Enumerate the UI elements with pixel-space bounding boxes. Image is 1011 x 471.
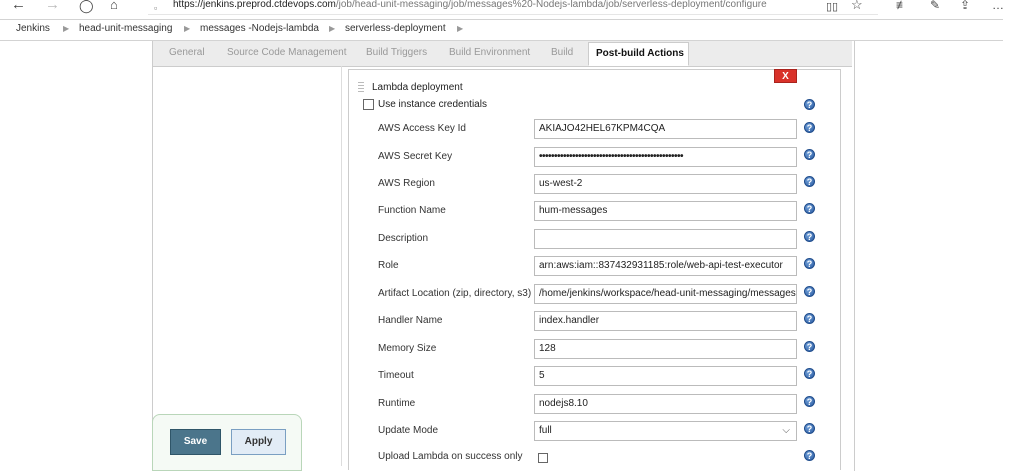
chevron-right-icon[interactable]: ▶: [63, 24, 69, 33]
help-icon[interactable]: ?: [804, 286, 815, 297]
access-key-label: AWS Access Key Id: [378, 123, 466, 134]
breadcrumb-messages-nodejs-lambda[interactable]: messages -Nodejs-lambda: [200, 23, 319, 34]
timeout-input[interactable]: 5: [534, 366, 797, 386]
favorite-star-icon[interactable]: ☆: [851, 0, 863, 14]
back-icon[interactable]: ←: [11, 0, 26, 14]
tab-label: Post-build Actions: [596, 48, 684, 59]
favorites-list-icon[interactable]: ≢: [896, 0, 908, 14]
breadcrumb: Jenkins ▶ head-unit-messaging ▶ messages…: [0, 19, 1003, 41]
section-divider: [341, 66, 342, 466]
url-domain: https://jenkins.preprod.ctdevops.com: [173, 0, 336, 10]
chevron-right-icon[interactable]: ▶: [329, 24, 335, 33]
drag-handle-icon[interactable]: [358, 82, 364, 94]
update-mode-select[interactable]: full ⌵: [534, 421, 797, 441]
help-icon[interactable]: ?: [804, 313, 815, 324]
timeout-label: Timeout: [378, 370, 414, 381]
artifact-location-input[interactable]: /home/jenkins/workspace/head-unit-messag…: [534, 284, 797, 304]
region-input[interactable]: us-west-2: [534, 174, 797, 194]
config-tabs: General Source Code Management Build Tri…: [153, 41, 852, 67]
breadcrumb-head-unit-messaging[interactable]: head-unit-messaging: [79, 23, 172, 34]
forward-icon[interactable]: →: [45, 0, 60, 14]
refresh-icon[interactable]: ◯: [79, 0, 94, 15]
chevron-right-icon[interactable]: ▶: [457, 24, 463, 33]
upload-only-label: Upload Lambda on success only: [378, 451, 523, 462]
runtime-input[interactable]: nodejs8.10: [534, 394, 797, 414]
help-icon[interactable]: ?: [804, 258, 815, 269]
tab-post-build-actions[interactable]: Post-build Actions: [588, 42, 689, 66]
help-icon[interactable]: ?: [804, 423, 815, 434]
url-path: /job/head-unit-messaging/job/messages%20…: [335, 0, 767, 10]
memory-size-label: Memory Size: [378, 343, 437, 354]
handler-name-input[interactable]: index.handler: [534, 311, 797, 331]
secret-key-label: AWS Secret Key: [378, 151, 453, 162]
tab-build-triggers[interactable]: Build Triggers: [366, 47, 427, 58]
delete-step-button[interactable]: X: [774, 69, 797, 83]
chevron-right-icon[interactable]: ▶: [184, 24, 190, 33]
role-label: Role: [378, 260, 399, 271]
help-icon[interactable]: ?: [804, 122, 815, 133]
region-label: AWS Region: [378, 178, 435, 189]
breadcrumb-jenkins[interactable]: Jenkins: [16, 23, 50, 34]
more-icon[interactable]: …: [992, 0, 1004, 14]
save-button[interactable]: Save: [170, 429, 221, 455]
role-input[interactable]: arn:aws:iam::837432931185:role/web-api-t…: [534, 256, 797, 276]
use-instance-credentials-label: Use instance credentials: [378, 99, 487, 110]
help-icon[interactable]: ?: [804, 176, 815, 187]
use-instance-credentials-checkbox[interactable]: [363, 99, 374, 110]
help-icon[interactable]: ?: [804, 368, 815, 379]
description-label: Description: [378, 233, 429, 244]
share-icon[interactable]: ⇪: [960, 0, 970, 14]
tab-build[interactable]: Build: [551, 47, 573, 58]
help-icon[interactable]: ?: [804, 99, 815, 110]
help-icon[interactable]: ?: [804, 149, 815, 160]
pen-icon[interactable]: ✎: [930, 0, 940, 14]
function-name-input[interactable]: hum-messages: [534, 201, 797, 221]
upload-only-checkbox[interactable]: [538, 453, 548, 463]
update-mode-label: Update Mode: [378, 425, 439, 436]
home-icon[interactable]: ⌂: [110, 0, 118, 14]
apply-button[interactable]: Apply: [231, 429, 286, 455]
tab-general[interactable]: General: [169, 47, 205, 58]
memory-size-input[interactable]: 128: [534, 339, 797, 359]
update-mode-value: full: [539, 425, 552, 436]
function-name-label: Function Name: [378, 205, 446, 216]
artifact-location-label: Artifact Location (zip, directory, s3): [378, 288, 532, 299]
runtime-label: Runtime: [378, 398, 416, 409]
secret-key-input[interactable]: ••••••••••••••••••••••••••••••••••••••••…: [534, 147, 797, 167]
chevron-down-icon: ⌵: [782, 425, 790, 436]
handler-name-label: Handler Name: [378, 315, 443, 326]
description-input[interactable]: [534, 229, 797, 249]
address-bar-border: [148, 14, 878, 15]
tab-build-environment[interactable]: Build Environment: [449, 47, 530, 58]
section-title: Lambda deployment: [372, 82, 463, 93]
tab-source-code-management[interactable]: Source Code Management: [227, 47, 347, 58]
address-bar[interactable]: https://jenkins.preprod.ctdevops.com/job…: [173, 0, 767, 11]
help-icon[interactable]: ?: [804, 396, 815, 407]
breadcrumb-serverless-deployment[interactable]: serverless-deployment: [345, 23, 446, 34]
help-icon[interactable]: ?: [804, 450, 815, 461]
help-icon[interactable]: ?: [804, 231, 815, 242]
help-icon[interactable]: ?: [804, 341, 815, 352]
help-icon[interactable]: ?: [804, 203, 815, 214]
access-key-input[interactable]: AKIAJO42HEL67KPM4CQA: [534, 119, 797, 139]
